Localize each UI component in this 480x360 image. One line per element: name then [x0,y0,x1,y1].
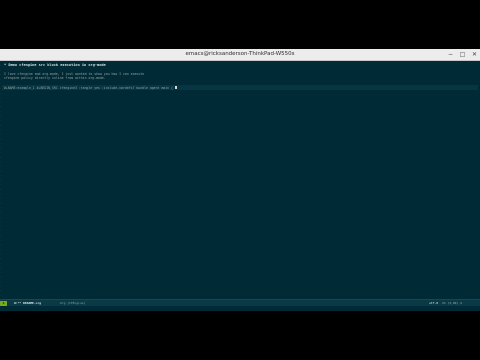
echo-area[interactable] [0,306,480,311]
emacs-window: emacs@ricksanderson-ThinkPad-W550s − □ ✕… [0,49,480,311]
src-block-text: #+NAME:example_1 #+BEGIN_SRC cfengine3 :… [4,85,175,90]
close-button[interactable]: ✕ [470,50,479,59]
maximize-button[interactable]: □ [458,50,467,59]
minimize-button[interactable]: − [446,50,455,59]
left-fringe: · · · · · · · · · · · · · · · · · · · · · · · · · · · · · · · · · · · · · · · ·… [0,63,3,299]
fringe-mark: · [0,292,2,297]
paragraph-line-2[interactable]: cfengine policy directly inline from wit… [4,76,106,80]
text-cursor [174,85,177,89]
src-block-line[interactable]: #+NAME:example_1 #+BEGIN_SRC cfengine3 :… [4,85,177,90]
title-bar[interactable]: emacs@ricksanderson-ThinkPad-W550s − □ ✕ [0,49,480,61]
window-title: emacs@ricksanderson-ThinkPad-W550s [185,51,295,57]
editor-buffer[interactable]: · · · · · · · · · · · · · · · · · · · · · · · · · · · · · · · · · · · · · · · ·… [0,61,480,299]
org-heading[interactable]: * Demo cfengine src block execution in o… [4,63,106,67]
